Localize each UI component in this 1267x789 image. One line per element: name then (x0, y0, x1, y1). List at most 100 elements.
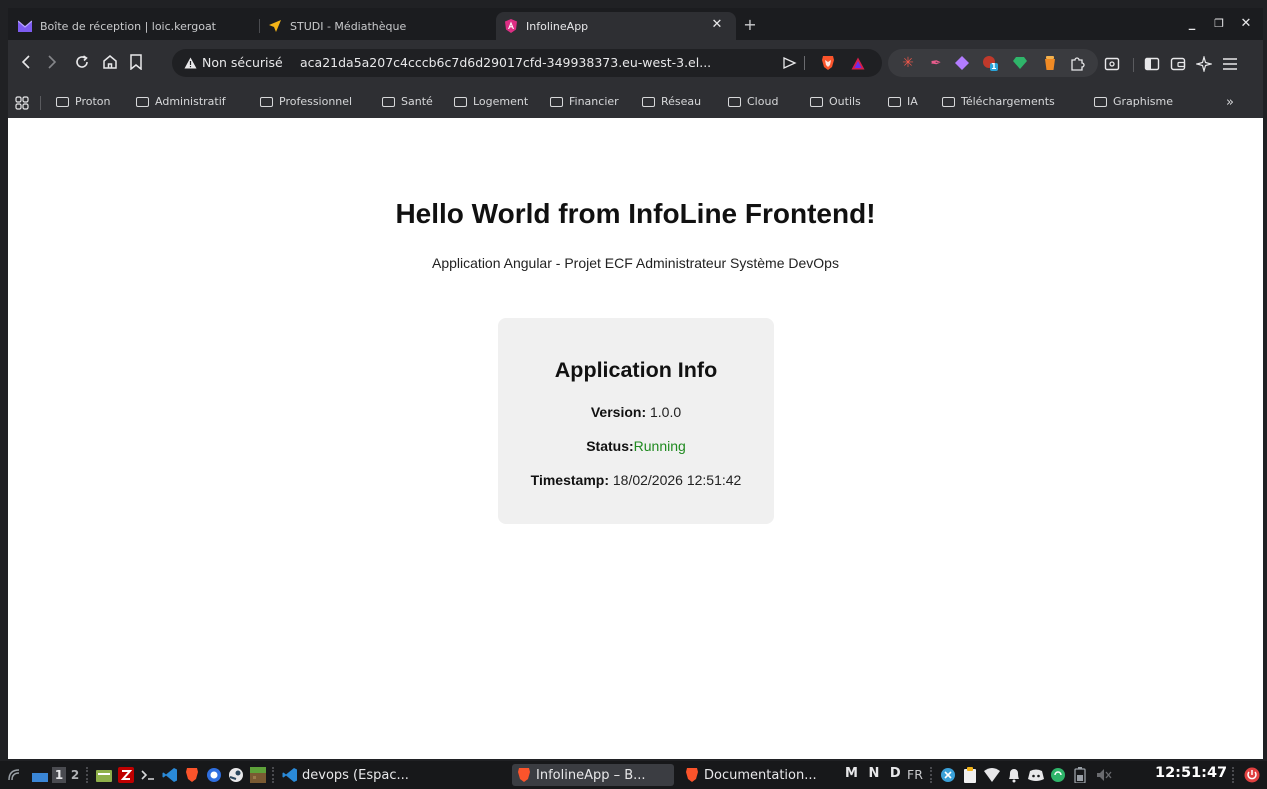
keyboard-layout-indicator[interactable]: FR (907, 767, 923, 782)
show-desktop-icon[interactable] (30, 765, 50, 785)
folder-icon (642, 96, 655, 107)
apps-grid-icon[interactable] (14, 95, 30, 111)
steam-icon[interactable] (226, 765, 246, 785)
bookmark-folder-cloud[interactable]: Cloud (728, 95, 778, 108)
task-brave-infolineapp[interactable]: InfolineApp – B... (512, 764, 674, 786)
file-manager-icon[interactable] (94, 765, 114, 785)
tab-proton-mail[interactable]: Boîte de réception | loic.kergoat (10, 12, 260, 40)
notification-bell-icon[interactable] (1004, 765, 1024, 785)
app-menu-icon[interactable] (4, 765, 24, 785)
back-button[interactable] (16, 52, 36, 72)
address-bar[interactable]: Non sécurisé aca21da5a207c4cccb6c7d6d290… (172, 49, 882, 77)
omnibox-divider (804, 56, 805, 70)
bookmark-folder-telechargements[interactable]: Téléchargements (942, 95, 1055, 108)
filezilla-icon[interactable] (116, 765, 136, 785)
sparkle-extension-icon[interactable]: ✳ (900, 55, 916, 71)
close-window-button[interactable]: ✕ (1238, 16, 1254, 32)
bookmark-folder-logement[interactable]: Logement (454, 95, 528, 108)
network-status-icon[interactable] (938, 765, 958, 785)
browser-chrome: Boîte de réception | loic.kergoat STUDI … (8, 8, 1263, 118)
bookmark-folder-ia[interactable]: IA (888, 95, 918, 108)
gem-extension-icon[interactable] (1012, 55, 1028, 71)
bookmarks-divider (40, 96, 41, 110)
bookmark-folder-reseau[interactable]: Réseau (642, 95, 701, 108)
tab-title: Boîte de réception | loic.kergoat (40, 19, 216, 33)
new-tab-button[interactable]: + (742, 17, 758, 33)
sidebar-toggle-icon[interactable] (1144, 56, 1160, 72)
brave-icon[interactable] (182, 765, 202, 785)
bookmark-folder-sante[interactable]: Santé (382, 95, 433, 108)
bookmark-label: Outils (829, 95, 861, 108)
menu-icon[interactable] (1222, 56, 1238, 72)
status-row: Status:Running (498, 438, 774, 454)
workspace-2[interactable]: 2 (68, 767, 82, 783)
vscode-icon[interactable] (160, 765, 180, 785)
volume-muted-icon[interactable] (1094, 765, 1114, 785)
reload-button[interactable] (72, 52, 92, 72)
folder-icon (810, 96, 823, 107)
extensions-puzzle-icon[interactable] (1070, 55, 1086, 71)
bookmark-folder-professionnel[interactable]: Professionnel (260, 95, 352, 108)
workspace-1[interactable]: 1 (52, 767, 66, 783)
tray-indicator-letters[interactable]: M N D (845, 766, 904, 781)
browser-toolbar: Non sécurisé aca21da5a207c4cccb6c7d6d290… (8, 40, 1263, 88)
task-vscode-devops[interactable]: devops (Espac... (278, 764, 504, 786)
page-viewport: Hello World from InfoLine Frontend! Appl… (8, 118, 1263, 759)
ublock-extension-icon[interactable]: 1 (982, 55, 998, 71)
home-button[interactable] (100, 52, 120, 72)
sync-status-icon[interactable] (1048, 765, 1068, 785)
folder-icon (888, 96, 901, 107)
bookmark-button[interactable] (126, 52, 146, 72)
status-label: Status: (586, 438, 634, 454)
taskbar-separator (1232, 767, 1234, 783)
task-label: InfolineApp – B... (536, 767, 646, 783)
task-brave-documentation[interactable]: Documentation... (680, 764, 840, 786)
bookmarks-overflow-button[interactable]: » (1226, 95, 1234, 110)
forward-button[interactable] (42, 52, 62, 72)
bookmark-label: Professionnel (279, 95, 353, 108)
bookmark-label: Santé (401, 95, 433, 108)
version-row: Version: 1.0.0 (498, 404, 774, 420)
bucket-extension-icon[interactable] (1042, 55, 1058, 71)
bookmark-folder-outils[interactable]: Outils (810, 95, 861, 108)
taskbar-clock[interactable]: 12:51:47 (1155, 765, 1227, 781)
terminal-icon[interactable] (138, 765, 158, 785)
minimize-window-button[interactable]: _ (1184, 16, 1200, 32)
brave-icon (684, 767, 700, 783)
leo-ai-icon[interactable] (1196, 56, 1212, 72)
minecraft-icon[interactable] (248, 765, 268, 785)
bookmark-folder-graphisme[interactable]: Graphisme (1094, 95, 1173, 108)
wifi-icon[interactable] (982, 765, 1002, 785)
battery-icon[interactable] (1070, 765, 1090, 785)
bookmark-folder-administratif[interactable]: Administratif (136, 95, 226, 108)
tab-infolineapp[interactable]: InfolineApp ✕ (496, 12, 736, 40)
discord-icon[interactable] (1026, 765, 1046, 785)
wallet-icon[interactable] (1170, 56, 1186, 72)
screenshot-tool-icon[interactable] (1104, 56, 1120, 72)
security-label: Non sécurisé (202, 55, 283, 70)
extensions-group: ✳ ✒ 1 (888, 49, 1098, 77)
clipboard-icon[interactable] (960, 765, 980, 785)
bookmark-label: Graphisme (1113, 95, 1174, 108)
taskbar-separator (86, 767, 88, 783)
bookmark-folder-financier[interactable]: Financier (550, 95, 619, 108)
taskbar-separator (930, 767, 932, 783)
tab-studi[interactable]: STUDI - Médiathèque (260, 12, 490, 40)
close-tab-icon[interactable]: ✕ (710, 18, 724, 32)
folder-icon (1094, 96, 1107, 107)
power-button-icon[interactable] (1242, 765, 1262, 785)
restore-window-button[interactable]: ❐ (1211, 16, 1227, 32)
brave-rewards-icon[interactable] (850, 55, 866, 71)
eyedropper-extension-icon[interactable]: ✒ (928, 55, 944, 71)
brave-shields-icon[interactable] (820, 55, 836, 71)
proton-vpn-icon[interactable] (204, 765, 224, 785)
diamond-extension-icon[interactable] (954, 55, 970, 71)
warning-icon (184, 57, 197, 68)
bookmark-folder-proton[interactable]: Proton (56, 95, 110, 108)
timestamp-row: Timestamp: 18/02/2026 12:51:42 (498, 472, 774, 488)
angular-icon (504, 19, 518, 33)
share-icon[interactable] (782, 55, 798, 71)
brave-icon (516, 767, 532, 783)
security-indicator[interactable]: Non sécurisé (184, 55, 283, 70)
reload-icon (76, 55, 88, 68)
